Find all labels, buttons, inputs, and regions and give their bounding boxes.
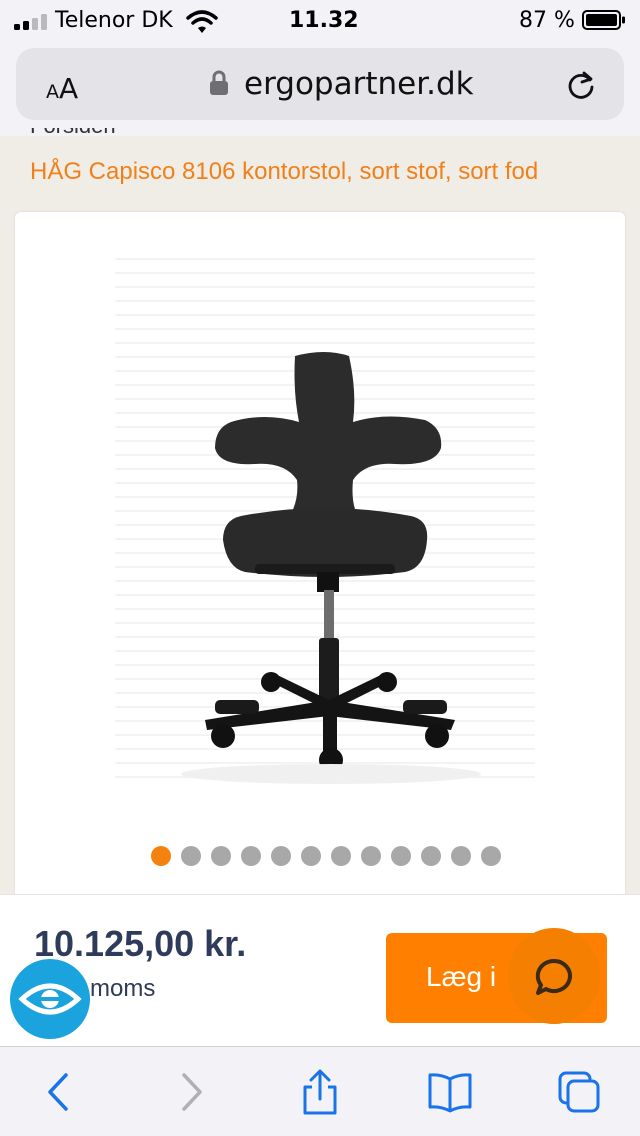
- gallery-dot[interactable]: [181, 846, 201, 866]
- lock-icon: [210, 70, 228, 95]
- share-icon[interactable]: [297, 1069, 343, 1115]
- gallery-dot[interactable]: [421, 846, 441, 866]
- accessibility-eye-badge[interactable]: [10, 959, 90, 1039]
- chat-launcher-button[interactable]: [508, 928, 600, 1024]
- gallery-dot[interactable]: [361, 846, 381, 866]
- chat-icon: [535, 958, 572, 995]
- signal-icon: [14, 14, 48, 30]
- clock: 11.32: [289, 8, 359, 33]
- breadcrumb-current[interactable]: HÅG Capisco 8106 kontorstol, sort stof, …: [30, 158, 538, 186]
- gallery-dot[interactable]: [241, 846, 261, 866]
- tabs-icon[interactable]: [556, 1069, 602, 1115]
- breadcrumb-previous[interactable]: Forsiden: [30, 128, 230, 146]
- wifi-icon: [186, 10, 218, 33]
- forward-icon[interactable]: [168, 1069, 214, 1115]
- carrier-name: Telenor DK: [55, 8, 173, 33]
- gallery-dot[interactable]: [211, 846, 231, 866]
- text-size-button[interactable]: AA: [46, 72, 78, 105]
- address-bar[interactable]: AA ergopartner.dk: [16, 48, 624, 120]
- vat-note: moms: [90, 975, 156, 1002]
- back-icon[interactable]: [36, 1069, 82, 1115]
- add-to-cart-label: Læg i: [426, 961, 497, 992]
- battery-icon: [582, 10, 625, 30]
- gallery-dot[interactable]: [301, 846, 321, 866]
- gallery-dot[interactable]: [451, 846, 471, 866]
- gallery-dot[interactable]: [271, 846, 291, 866]
- gallery-dot[interactable]: [481, 846, 501, 866]
- url-text[interactable]: ergopartner.dk: [244, 66, 474, 102]
- gallery-dot[interactable]: [151, 846, 171, 866]
- gallery-pagination[interactable]: [151, 846, 501, 868]
- battery-percent: 87 %: [519, 8, 575, 33]
- product-image-chair[interactable]: [95, 252, 555, 792]
- browser-header: AA ergopartner.dk: [0, 42, 640, 136]
- status-bar: Telenor DK 11.32 87 %: [0, 0, 640, 42]
- bookmarks-icon[interactable]: [427, 1069, 473, 1115]
- eye-icon: [18, 983, 82, 1015]
- gallery-dot[interactable]: [391, 846, 411, 866]
- reload-icon[interactable]: [564, 68, 598, 102]
- browser-toolbar: [0, 1046, 640, 1136]
- gallery-dot[interactable]: [331, 846, 351, 866]
- product-gallery[interactable]: [15, 212, 625, 912]
